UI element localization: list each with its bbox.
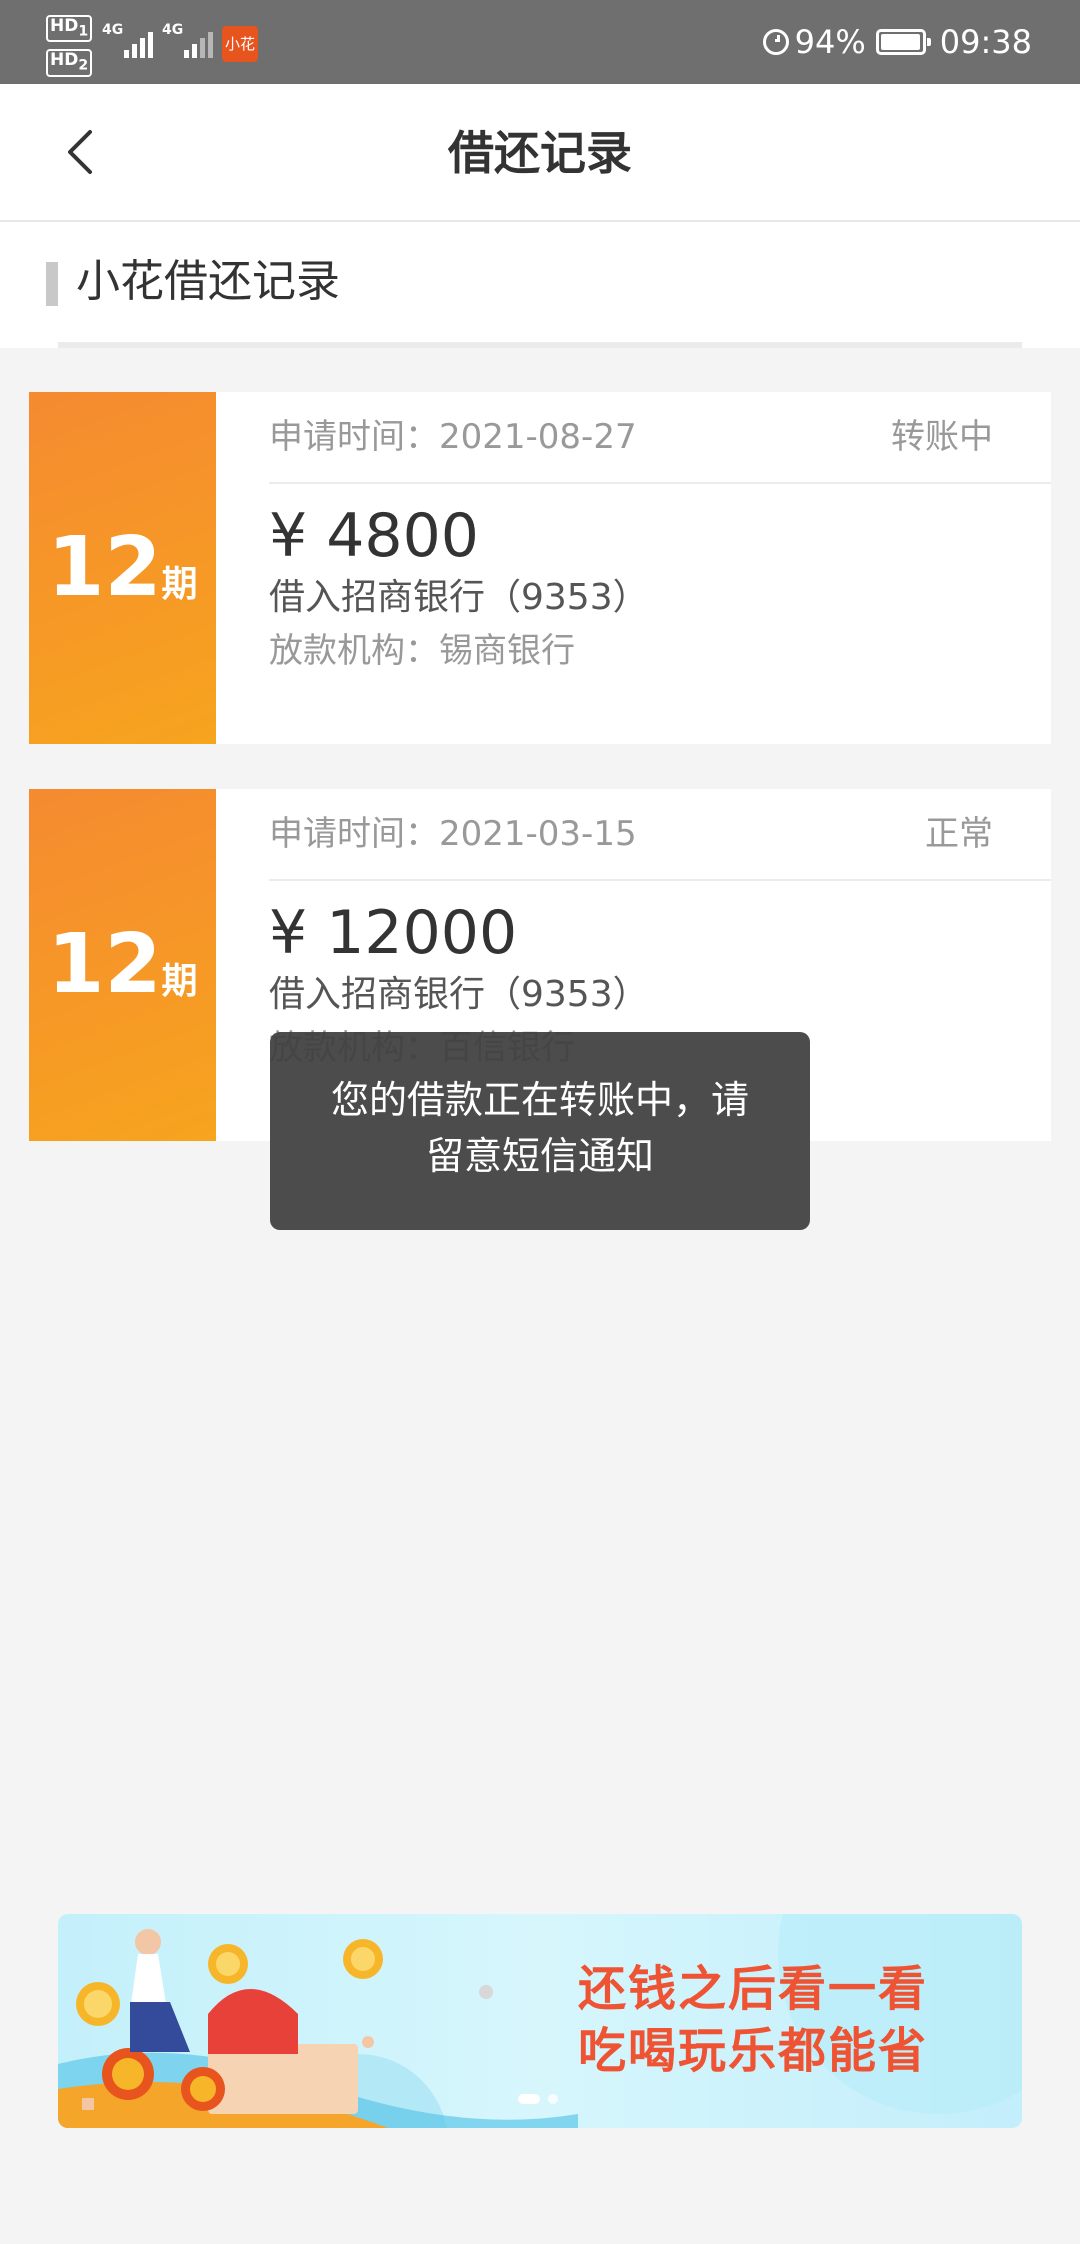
hd-icon: HD1 HD2 [46, 14, 93, 83]
alarm-icon [762, 29, 789, 55]
carousel-dot[interactable] [548, 2094, 558, 2104]
page-title: 借还记录 [448, 126, 632, 180]
term-badge: 12 期 [29, 392, 216, 744]
app-notification-icon: 小花 [222, 26, 258, 62]
battery-percent: 94% [794, 23, 866, 61]
term-unit: 期 [161, 564, 198, 605]
carousel-dot-active[interactable] [518, 2094, 540, 2104]
loan-amount: ¥ 12000 [269, 898, 518, 968]
status-bar: HD1 HD2 4G 4G 小花 94% 09:38 [0, 0, 1080, 84]
bank-account: 借入招商银行（9353） [269, 577, 649, 618]
network-type-label: 4G [162, 22, 184, 38]
term-badge: 12 期 [29, 789, 216, 1141]
term-number: 12 [47, 520, 162, 615]
divider [269, 482, 1051, 484]
term-unit: 期 [161, 961, 198, 1002]
signal-icon: 4G [102, 22, 160, 58]
toast-message: 您的借款正在转账中，请留意短信通知 [270, 1032, 810, 1230]
bank-account: 借入招商银行（9353） [269, 974, 649, 1015]
section-marker [46, 262, 58, 306]
signal-icon: 4G [162, 22, 220, 58]
banner-line-1: 还钱之后看一看 [578, 1961, 929, 2017]
network-type-label: 4G [102, 22, 124, 38]
nav-header: 借还记录 [0, 84, 1080, 222]
section-title: 小花借还记录 [76, 256, 340, 307]
banner-headline: 还钱之后看一看 吃喝玩乐都能省 [578, 1958, 928, 2082]
carousel-indicator [518, 2094, 566, 2104]
hd-label-2: HD2 [46, 49, 93, 77]
lender-name: 放款机构：锡商银行 [269, 631, 575, 671]
status-label: 转账中 [891, 417, 993, 457]
battery-icon [875, 29, 931, 55]
loan-amount: ¥ 4800 [269, 501, 479, 571]
clock: 09:38 [939, 23, 1032, 61]
promo-banner[interactable]: 还钱之后看一看 吃喝玩乐都能省 [58, 1914, 1022, 2128]
divider [58, 342, 1022, 348]
banner-line-2: 吃喝玩乐都能省 [578, 2023, 929, 2079]
application-date: 申请时间：2021-03-15 [269, 814, 637, 854]
record-card[interactable]: 12 期 申请时间：2021-08-27 转账中 ¥ 4800 借入招商银行（9… [29, 392, 1051, 744]
status-label: 正常 [925, 814, 993, 854]
section-header: 小花借还记录 [0, 222, 1080, 348]
term-number: 12 [47, 917, 162, 1012]
application-date: 申请时间：2021-08-27 [269, 417, 637, 457]
divider [269, 879, 1051, 881]
hd-label-1: HD1 [46, 15, 93, 43]
